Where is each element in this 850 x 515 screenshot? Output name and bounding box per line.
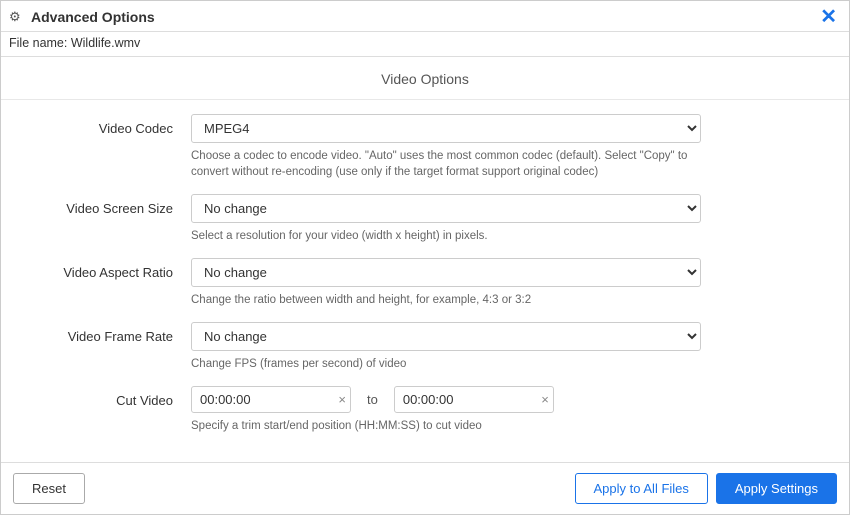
video-codec-row: Video Codec Auto MPEG4 Copy H.264 H.265 … — [31, 114, 819, 190]
video-frame-rate-select[interactable]: No change 15 24 25 30 50 60 — [191, 322, 701, 351]
video-aspect-ratio-select[interactable]: No change 4:3 16:9 3:2 1:1 — [191, 258, 701, 287]
video-codec-select[interactable]: Auto MPEG4 Copy H.264 H.265 MPEG2 VP8 VP… — [191, 114, 701, 143]
dialog-title: Advanced Options — [31, 9, 155, 25]
video-aspect-ratio-row: Video Aspect Ratio No change 4:3 16:9 3:… — [31, 258, 819, 318]
file-name-label: File name: — [9, 36, 67, 50]
cut-start-wrap: × — [191, 386, 351, 413]
file-name-row: File name: Wildlife.wmv — [1, 32, 849, 57]
video-screen-size-select[interactable]: No change 320x240 640x480 1280x720 1920x… — [191, 194, 701, 223]
apply-settings-button[interactable]: Apply Settings — [716, 473, 837, 504]
form-group: Video Codec Auto MPEG4 Copy H.264 H.265 … — [1, 100, 849, 449]
video-frame-rate-control: No change 15 24 25 30 50 60 Change FPS (… — [191, 322, 819, 382]
close-button[interactable]: ✕ — [818, 7, 839, 27]
cut-to-label: to — [359, 392, 386, 407]
dialog-body: Video Options Video Codec Auto MPEG4 Cop… — [1, 57, 849, 462]
video-frame-rate-row: Video Frame Rate No change 15 24 25 30 5… — [31, 322, 819, 382]
cut-video-hint: Specify a trim start/end position (HH:MM… — [191, 418, 701, 444]
cut-end-wrap: × — [394, 386, 554, 413]
footer-right-buttons: Apply to All Files Apply Settings — [575, 473, 837, 504]
cut-end-input[interactable] — [394, 386, 554, 413]
file-name-value: Wildlife.wmv — [71, 36, 140, 50]
cut-start-clear[interactable]: × — [338, 393, 346, 406]
video-screen-size-hint: Select a resolution for your video (widt… — [191, 228, 701, 254]
cut-end-clear[interactable]: × — [541, 393, 549, 406]
gear-icon: ⚙ — [9, 9, 25, 25]
video-aspect-ratio-label: Video Aspect Ratio — [31, 258, 191, 280]
video-aspect-ratio-control: No change 4:3 16:9 3:2 1:1 Change the ra… — [191, 258, 819, 318]
cut-start-input[interactable] — [191, 386, 351, 413]
cut-video-row: Cut Video × to × Specify a trim start — [31, 386, 819, 444]
video-frame-rate-hint: Change FPS (frames per second) of video — [191, 356, 701, 382]
video-codec-hint: Choose a codec to encode video. "Auto" u… — [191, 148, 701, 190]
video-codec-control: Auto MPEG4 Copy H.264 H.265 MPEG2 VP8 VP… — [191, 114, 819, 190]
dialog-header: ⚙ Advanced Options ✕ — [1, 1, 849, 32]
reset-button[interactable]: Reset — [13, 473, 85, 504]
cut-video-label: Cut Video — [31, 386, 191, 408]
dialog-footer: Reset Apply to All Files Apply Settings — [1, 462, 849, 514]
video-aspect-ratio-hint: Change the ratio between width and heigh… — [191, 292, 701, 318]
video-screen-size-label: Video Screen Size — [31, 194, 191, 216]
section-title: Video Options — [1, 57, 849, 100]
video-codec-label: Video Codec — [31, 114, 191, 136]
video-screen-size-row: Video Screen Size No change 320x240 640x… — [31, 194, 819, 254]
video-screen-size-control: No change 320x240 640x480 1280x720 1920x… — [191, 194, 819, 254]
cut-video-control: × to × Specify a trim start/end position… — [191, 386, 819, 444]
apply-all-button[interactable]: Apply to All Files — [575, 473, 708, 504]
title-row: ⚙ Advanced Options — [9, 9, 155, 25]
cut-video-inputs: × to × — [191, 386, 701, 413]
video-frame-rate-label: Video Frame Rate — [31, 322, 191, 344]
advanced-options-dialog: ⚙ Advanced Options ✕ File name: Wildlife… — [0, 0, 850, 515]
